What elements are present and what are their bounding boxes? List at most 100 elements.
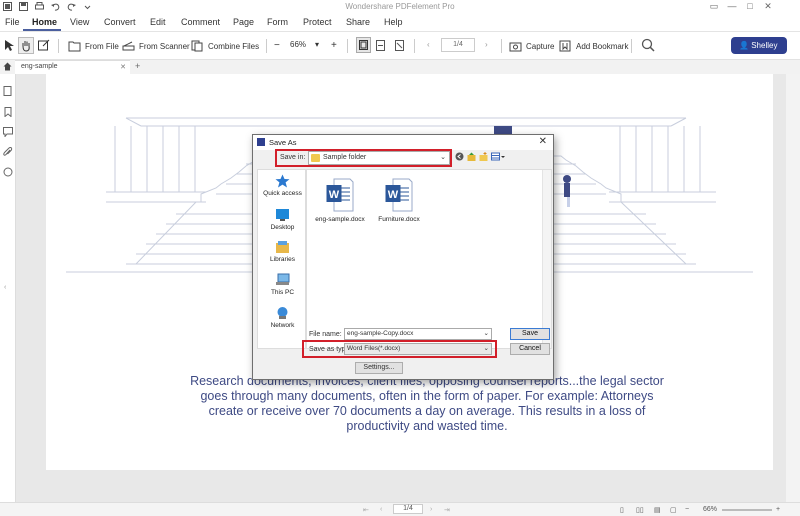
search-panel-icon[interactable] [3, 167, 13, 177]
menu-form[interactable]: Form [267, 17, 288, 27]
window-controls: ▭ — □ ✕ [705, 1, 777, 12]
title-bar: Wondershare PDFelement Pro ▭ — □ ✕ [0, 0, 800, 13]
word-document-icon: W [326, 178, 354, 212]
comment-icon[interactable] [3, 127, 13, 138]
save-type-highlight [302, 340, 497, 358]
place-label: This PC [270, 289, 295, 296]
user-account-button[interactable]: 👤 Shelley [731, 37, 787, 54]
page-number-input[interactable]: 1/4 [441, 38, 475, 52]
new-folder-icon[interactable] [479, 152, 488, 162]
status-zoom-in[interactable]: + [776, 506, 780, 513]
first-page-icon[interactable]: ⇤ [363, 506, 369, 514]
vertical-scrollbar[interactable] [786, 74, 800, 502]
file-item[interactable]: W eng-sample.docx [311, 178, 369, 223]
zoom-level[interactable]: 66% [290, 40, 306, 49]
attachment-icon[interactable] [3, 147, 13, 157]
menu-file[interactable]: File [5, 17, 20, 27]
place-desktop[interactable]: Desktop [258, 208, 307, 231]
separator [414, 39, 415, 53]
dialog-close-icon[interactable]: ✕ [539, 136, 547, 147]
libraries-icon [275, 240, 290, 254]
file-name-label: File name: [309, 331, 342, 338]
back-icon[interactable] [455, 152, 464, 162]
zoom-slider[interactable] [722, 509, 772, 511]
hand-tool-icon[interactable] [18, 37, 34, 54]
status-page-input[interactable]: 1/4 [393, 504, 423, 514]
home-icon[interactable] [3, 62, 12, 73]
menu-view[interactable]: View [70, 17, 89, 27]
single-page-icon[interactable]: ▯ [620, 506, 624, 514]
from-file-button[interactable]: From File [68, 40, 119, 52]
close-icon[interactable]: ✕ [759, 1, 777, 12]
thumbnails-icon[interactable] [3, 86, 13, 96]
menu-protect[interactable]: Protect [303, 17, 332, 27]
minimize-icon[interactable]: — [723, 1, 741, 12]
document-paragraph: Research documents, invoices, client fil… [190, 374, 664, 433]
fit-page-icon[interactable] [356, 37, 371, 53]
prev-page-icon[interactable]: ‹ [427, 40, 430, 49]
dialog-nav-icons [455, 152, 505, 162]
chevron-down-icon[interactable]: ▾ [315, 40, 319, 49]
up-folder-icon[interactable] [467, 152, 476, 162]
actual-size-icon[interactable] [395, 40, 404, 51]
place-label: Network [270, 322, 295, 329]
file-name-input[interactable]: eng-sample-Copy.docx ⌄ [344, 328, 492, 340]
tab-document[interactable]: eng-sample ✕ [15, 60, 130, 74]
maximize-icon[interactable]: □ [741, 1, 759, 12]
menu-share[interactable]: Share [346, 17, 370, 27]
place-quick-access[interactable]: Quick access [258, 174, 307, 197]
zoom-in-button[interactable]: + [331, 40, 337, 51]
separator [58, 39, 59, 53]
menu-comment[interactable]: Comment [181, 17, 220, 27]
edit-tool-icon[interactable] [38, 39, 50, 51]
place-this-pc[interactable]: This PC [258, 273, 307, 296]
place-network[interactable]: Network [258, 306, 307, 329]
save-as-dialog: Save As ✕ Save in: Sample folder ⌄ Quick… [252, 134, 554, 380]
status-prev-icon[interactable]: ‹ [380, 506, 382, 513]
restore-icon[interactable]: ▭ [705, 1, 723, 12]
status-zoom-out[interactable]: − [685, 506, 689, 513]
add-bookmark-button[interactable]: Add Bookmark [559, 40, 628, 52]
separator [501, 39, 502, 53]
status-bar: ⇤ ‹ 1/4 › ⇥ ▯ ▯▯ ▤ ▢ − 66% + [0, 502, 800, 516]
desktop-icon [275, 208, 290, 222]
file-list-scrollbar[interactable] [542, 170, 551, 348]
new-tab-icon[interactable]: + [135, 61, 140, 71]
cancel-button[interactable]: Cancel [510, 343, 550, 355]
status-zoom-level[interactable]: 66% [703, 506, 717, 513]
menu-page[interactable]: Page [233, 17, 254, 27]
separator [347, 39, 348, 53]
computer-icon [275, 273, 290, 287]
last-page-icon[interactable]: ⇥ [444, 506, 450, 514]
search-icon[interactable] [641, 38, 655, 52]
fit-icon[interactable]: ▢ [670, 506, 677, 514]
menu-home[interactable]: Home [32, 17, 57, 27]
status-next-icon[interactable]: › [430, 506, 432, 513]
select-tool-icon[interactable] [4, 39, 14, 52]
bookmark-icon[interactable] [3, 107, 13, 118]
continuous-icon[interactable]: ▤ [654, 506, 661, 514]
next-page-icon[interactable]: › [485, 40, 488, 49]
place-label: Libraries [270, 256, 295, 263]
tab-bar: eng-sample ✕ + [0, 60, 800, 74]
zoom-out-button[interactable]: − [274, 40, 280, 51]
view-menu-icon[interactable] [491, 152, 505, 162]
combine-files-button[interactable]: Combine Files [191, 40, 259, 52]
save-button[interactable]: Save [510, 328, 550, 340]
from-scanner-button[interactable]: From Scanner [122, 40, 190, 52]
close-tab-icon[interactable]: ✕ [120, 63, 126, 71]
chevron-down-icon[interactable]: ⌄ [484, 329, 489, 337]
file-item[interactable]: W Furniture.docx [370, 178, 428, 223]
menu-convert[interactable]: Convert [104, 17, 136, 27]
file-name-value: eng-sample-Copy.docx [347, 330, 414, 337]
fit-width-icon[interactable] [376, 40, 385, 51]
place-libraries[interactable]: Libraries [258, 240, 307, 263]
capture-button[interactable]: Capture [509, 40, 554, 52]
window-title: Wondershare PDFelement Pro [345, 2, 455, 11]
settings-button[interactable]: Settings... [355, 362, 403, 374]
two-page-icon[interactable]: ▯▯ [636, 506, 644, 514]
collapse-panel-icon[interactable]: ‹ [4, 284, 6, 291]
dialog-title-bar: Save As ✕ [253, 135, 553, 150]
menu-edit[interactable]: Edit [150, 17, 166, 27]
menu-help[interactable]: Help [384, 17, 403, 27]
